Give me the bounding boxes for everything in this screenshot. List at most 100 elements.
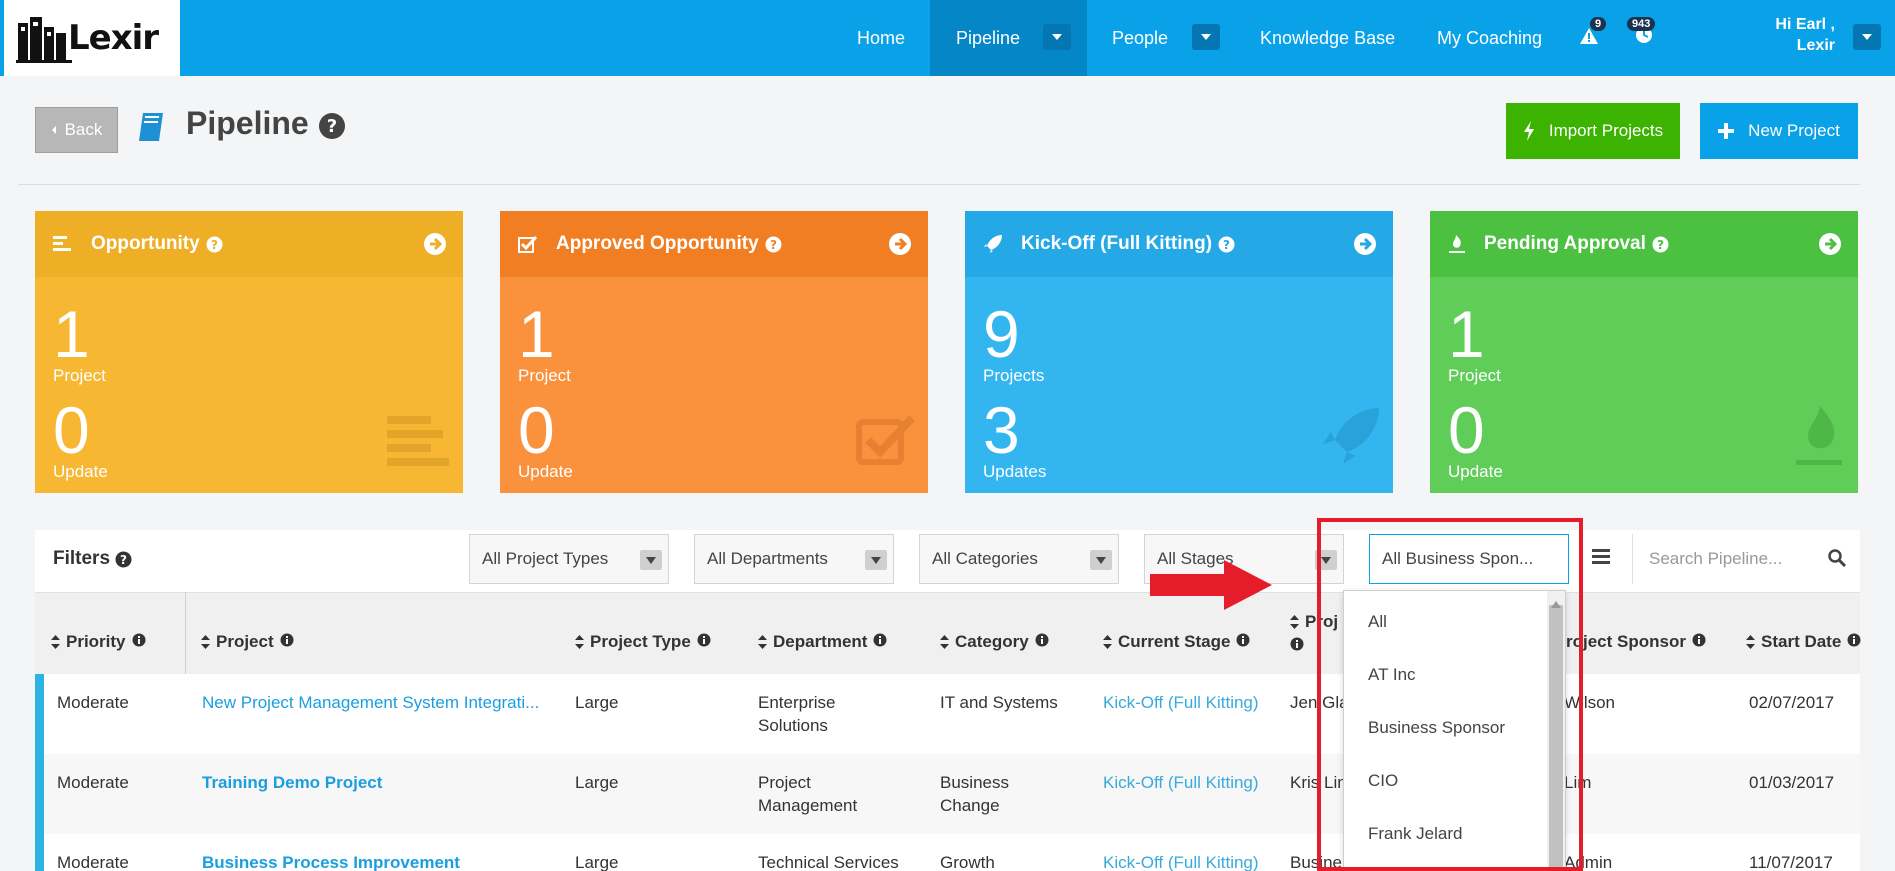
user-dropdown-caret-icon[interactable] (1853, 24, 1881, 50)
checkbox-icon (518, 235, 538, 253)
card-approved-project-count: 1 (518, 297, 555, 371)
chevron-down-icon (1090, 550, 1112, 570)
plus-icon (1718, 123, 1735, 139)
arrow-right-circle-icon[interactable] (1353, 232, 1377, 262)
cell-department-line2: Management (758, 796, 858, 815)
help-icon[interactable]: ? (765, 236, 782, 253)
cell-category: Growth (940, 853, 995, 871)
th-project[interactable]: Project (201, 632, 294, 652)
th-project-type[interactable]: Project Type (575, 632, 711, 652)
sort-icon (758, 635, 767, 649)
nav-home[interactable]: Home (857, 0, 905, 76)
info-icon[interactable] (1035, 632, 1049, 652)
info-icon[interactable] (1236, 632, 1250, 652)
column-list-icon[interactable] (1592, 549, 1610, 570)
alerts-count-badge: 9 (1590, 17, 1607, 31)
card-approved-opportunity[interactable]: Approved Opportunity ? 1 Project 0 Updat… (500, 211, 928, 493)
card-pending-approval-header: Pending Approval ? (1430, 211, 1858, 277)
card-approved-update-label: Update (518, 462, 573, 481)
search-input[interactable]: Search Pipeline... (1632, 534, 1860, 584)
import-projects-label: Import Projects (1548, 121, 1664, 140)
cell-start-date: 11/07/2017 (1749, 853, 1833, 871)
th-current-stage[interactable]: Current Stage (1103, 632, 1250, 652)
user-menu[interactable]: Hi Earl , Lexir (1775, 14, 1835, 56)
help-icon[interactable]: ? (318, 112, 346, 145)
nav-knowledge-base[interactable]: Knowledge Base (1260, 0, 1395, 76)
info-icon[interactable] (1847, 632, 1861, 652)
cell-project-type: Large (575, 773, 619, 792)
cell-project-link[interactable]: New Project Management System Integrati.… (202, 691, 539, 714)
info-icon[interactable] (873, 632, 887, 652)
logo-text: Lexir (68, 18, 159, 58)
info-icon[interactable] (1692, 632, 1706, 652)
cell-stage-link[interactable]: Kick-Off (Full Kitting) (1103, 851, 1259, 871)
nav-people[interactable]: People (1112, 0, 1168, 76)
svg-text:?: ? (211, 238, 218, 252)
back-label: Back (64, 120, 103, 139)
pipeline-dropdown-caret-icon[interactable] (1043, 24, 1071, 50)
info-icon[interactable] (1290, 636, 1304, 656)
card-kick-off[interactable]: Kick-Off (Full Kitting) ? 9 Projects 3 U… (965, 211, 1393, 493)
svg-text:?: ? (1223, 238, 1230, 252)
th-category[interactable]: Category (940, 632, 1049, 652)
cell-department: Technical Services (758, 853, 899, 871)
sort-icon (940, 635, 949, 649)
arrow-right-circle-icon[interactable] (1818, 232, 1842, 262)
nav-my-coaching[interactable]: My Coaching (1437, 0, 1542, 76)
card-approved-opportunity-header: Approved Opportunity ? (500, 211, 928, 277)
nav-pipeline-label: Pipeline (956, 27, 1021, 48)
help-icon[interactable]: ? (1218, 236, 1235, 253)
categories-select[interactable]: All Categories (919, 534, 1119, 584)
th-start-date[interactable]: Start Date (1746, 632, 1861, 652)
card-pending-project-count: 1 (1448, 297, 1485, 371)
sort-icon (51, 635, 60, 649)
page-title: Pipeline (186, 105, 309, 141)
table-row[interactable] (35, 674, 1860, 754)
cell-stage-link[interactable]: Kick-Off (Full Kitting) (1103, 691, 1259, 714)
svg-text:?: ? (770, 238, 777, 252)
card-pending-update-count: 0 (1448, 393, 1485, 467)
new-project-button[interactable]: New Project (1700, 103, 1858, 159)
card-pending-approval[interactable]: Pending Approval ? 1 Project 0 Update (1430, 211, 1858, 493)
info-icon[interactable] (697, 632, 711, 652)
departments-select[interactable]: All Departments (694, 534, 894, 584)
info-icon[interactable] (280, 632, 294, 652)
help-icon[interactable]: ? (206, 236, 223, 253)
sort-icon (1103, 635, 1112, 649)
import-projects-button[interactable]: Import Projects (1506, 103, 1680, 159)
th-department[interactable]: Department (758, 632, 887, 652)
nav-my-coaching-label: My Coaching (1437, 27, 1543, 48)
checkbox-bg-icon (856, 414, 916, 471)
card-kick-off-update-label: Updates (983, 462, 1047, 481)
cell-stage-link[interactable]: Kick-Off (Full Kitting) (1103, 771, 1259, 794)
th-project-label: Project (216, 632, 274, 651)
th-priority[interactable]: Priority (51, 632, 146, 652)
search-icon[interactable] (1828, 549, 1847, 572)
people-dropdown-caret-icon[interactable] (1192, 24, 1220, 50)
arrow-right-circle-icon[interactable] (888, 232, 912, 262)
card-kick-off-title: Kick-Off (Full Kitting) (1021, 233, 1213, 254)
th-project-sponsor[interactable]: roject Sponsor (1566, 632, 1706, 652)
sort-icon (1290, 615, 1299, 629)
fire-extinguisher-icon (1448, 234, 1466, 254)
svg-text:?: ? (327, 116, 337, 137)
sort-icon (201, 635, 210, 649)
card-pending-update-label: Update (1448, 462, 1503, 481)
sort-icon (1746, 635, 1755, 649)
help-icon[interactable]: ? (1652, 236, 1669, 253)
project-types-select[interactable]: All Project Types (469, 534, 669, 584)
card-opportunity[interactable]: Opportunity ? 1 Project 0 Update (35, 211, 463, 493)
cell-project-link[interactable]: Training Demo Project (202, 771, 382, 794)
cell-priority: Moderate (57, 773, 129, 792)
th-project-sponsor-label: roject Sponsor (1566, 632, 1686, 651)
back-button[interactable]: Back (35, 107, 118, 153)
arrow-right-circle-icon[interactable] (423, 232, 447, 262)
cell-project-link[interactable]: Business Process Improvement (202, 851, 460, 871)
help-icon[interactable]: ? (115, 551, 132, 568)
th-priority-label: Priority (66, 632, 126, 651)
logo[interactable]: Lexir (4, 0, 180, 76)
header-divider (18, 184, 1860, 185)
info-icon[interactable] (132, 632, 146, 652)
bolt-icon (1523, 121, 1534, 141)
card-opportunity-title: Opportunity (91, 233, 200, 254)
